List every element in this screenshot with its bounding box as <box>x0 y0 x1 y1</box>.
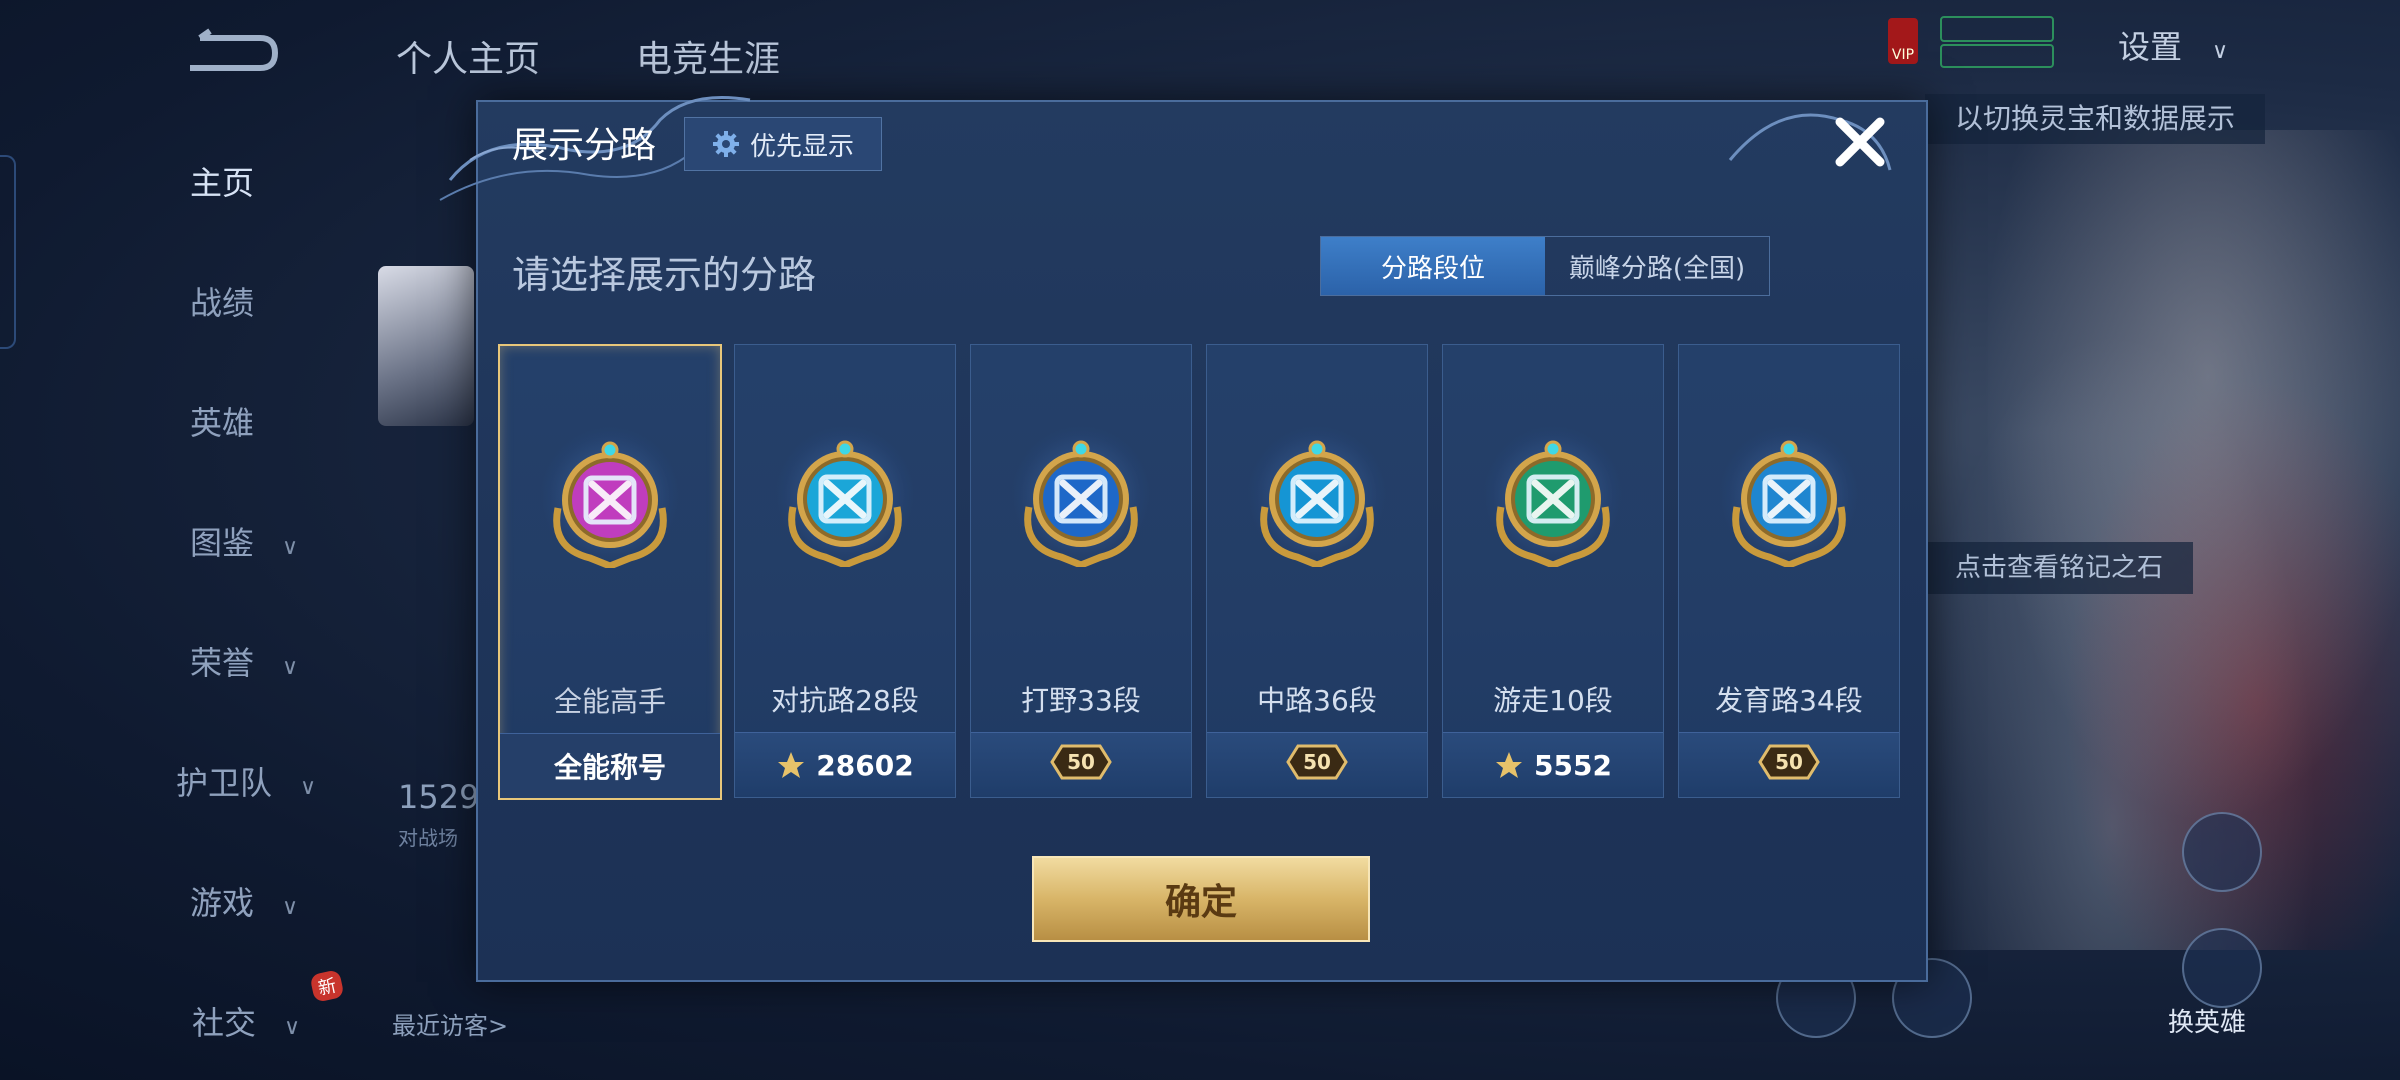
swap-hero-icon[interactable] <box>2182 928 2262 1008</box>
lane-name: 打野33段 <box>1021 684 1141 717</box>
chevron-down-icon: ∨ <box>284 1015 301 1040</box>
priority-display-label: 优先显示 <box>749 131 854 162</box>
lane-card[interactable]: 全能高手 全能称号 <box>498 344 722 800</box>
lane-name: 全能高手 <box>553 685 666 718</box>
level-badge: 50 <box>1758 742 1820 789</box>
rank-type-toggle: 分路段位 巅峰分路(全国) <box>1320 236 1770 296</box>
chevron-down-icon: ∨ <box>282 655 299 680</box>
sidebar-item-label: 图鉴 <box>190 524 255 562</box>
sidebar-item[interactable]: 游戏 ∨ <box>190 878 298 924</box>
lane-footer: 28602 <box>735 732 955 797</box>
lane-card[interactable]: 对抗路28段 28602 <box>734 344 956 798</box>
lane-rank-emblem-icon <box>1260 440 1374 567</box>
confirm-button[interactable]: 确定 <box>1032 856 1370 942</box>
hint-banner: 以切换灵宝和数据展示 <box>1925 94 2266 144</box>
lane-card[interactable]: 游走10段 5552 <box>1442 344 1664 798</box>
lane-score: 5552 <box>1534 748 1612 782</box>
badge-frame <box>1940 16 2054 42</box>
lane-footer: 50 <box>1679 732 1899 797</box>
level-number: 50 <box>1067 749 1095 774</box>
score-star-icon <box>1496 752 1523 778</box>
sidebar-item[interactable]: 护卫队 ∨ <box>176 758 316 804</box>
dialog-subtitle: 请选择展示的分路 <box>512 253 817 297</box>
chevron-down-icon: ∨ <box>282 895 299 920</box>
sidebar-item-label: 护卫队 <box>176 764 273 802</box>
sidebar-item-label: 主页 <box>190 164 255 202</box>
level-number: 50 <box>1303 749 1331 774</box>
tab-peak-lane-national[interactable]: 巅峰分路(全国) <box>1545 237 1769 295</box>
action-icon[interactable] <box>2182 812 2262 892</box>
recent-visitors-link[interactable]: 最近访客> <box>392 1006 508 1041</box>
lane-rank-emblem-icon <box>553 441 667 568</box>
lane-footer: 50 <box>971 732 1191 797</box>
gear-icon <box>712 131 739 157</box>
chevron-down-icon: ∨ <box>282 535 299 560</box>
stat-value: 1529 <box>398 778 480 816</box>
lane-card[interactable]: 发育路34段 50 <box>1678 344 1900 798</box>
lane-score: 28602 <box>816 748 914 782</box>
lane-rank-emblem-icon <box>1732 440 1846 567</box>
settings-label: 设置 <box>2118 28 2183 66</box>
lane-name: 对抗路28段 <box>771 684 919 717</box>
lane-name: 中路36段 <box>1257 684 1377 717</box>
lane-rank-emblem-icon <box>1024 440 1138 567</box>
lane-rank-emblem-icon <box>788 440 902 567</box>
sidebar-item[interactable]: 主页 <box>190 158 254 204</box>
lane-card[interactable]: 打野33段 50 <box>970 344 1192 798</box>
badge-frame <box>1940 44 2054 68</box>
level-badge: 50 <box>1286 742 1348 789</box>
chevron-down-icon: ∨ <box>2212 39 2229 64</box>
level-number: 50 <box>1775 749 1803 774</box>
close-icon[interactable] <box>1830 112 1890 172</box>
stat-caption: 对战场 <box>398 826 458 850</box>
tab-profile[interactable]: 个人主页 <box>396 30 540 82</box>
sidebar-item-label: 战绩 <box>190 284 255 322</box>
lane-title: 全能称号 <box>553 751 666 784</box>
hero-artwork <box>1920 130 2400 950</box>
swap-hero-label[interactable]: 换英雄 <box>2168 1002 2246 1039</box>
back-icon[interactable] <box>180 28 280 78</box>
avatar[interactable] <box>378 266 474 426</box>
dialog-title: 展示分路 <box>512 125 657 166</box>
tab-lane-rank[interactable]: 分路段位 <box>1321 237 1545 295</box>
priority-display-button[interactable]: 优先显示 <box>684 117 882 171</box>
tab-esports-career[interactable]: 电竞生涯 <box>636 30 780 82</box>
lane-footer: 50 <box>1207 732 1427 797</box>
chevron-down-icon: ∨ <box>300 775 317 800</box>
sidebar-item[interactable]: 图鉴 ∨ <box>190 518 298 564</box>
sidebar-item[interactable]: 英雄 <box>190 398 254 444</box>
score-star-icon <box>778 752 805 778</box>
sidebar-item-label: 社交 <box>192 1004 257 1042</box>
sidebar-item[interactable]: 荣誉 ∨ <box>190 638 298 684</box>
lane-name: 发育路34段 <box>1715 684 1863 717</box>
sidebar-active-rail <box>0 155 16 349</box>
sidebar-item-label: 游戏 <box>190 884 255 922</box>
lane-footer: 5552 <box>1443 732 1663 797</box>
new-badge: 新 <box>309 969 345 1003</box>
sidebar-item-label: 荣誉 <box>190 644 255 682</box>
vip-icon[interactable]: VIP <box>1888 18 1918 64</box>
settings-button[interactable]: 设置 ∨ <box>2118 22 2228 68</box>
sidebar-item[interactable]: 战绩 <box>190 278 254 324</box>
sidebar-item[interactable]: 社交 ∨ <box>192 998 300 1044</box>
lane-name: 游走10段 <box>1493 684 1613 717</box>
sidebar-item-label: 英雄 <box>190 404 255 442</box>
memorial-stone-hint[interactable]: 点击查看铭记之石 <box>1925 542 2194 594</box>
level-badge: 50 <box>1050 742 1112 789</box>
lane-footer: 全能称号 <box>500 733 720 798</box>
lane-card[interactable]: 中路36段 50 <box>1206 344 1428 798</box>
lane-rank-emblem-icon <box>1496 440 1610 567</box>
